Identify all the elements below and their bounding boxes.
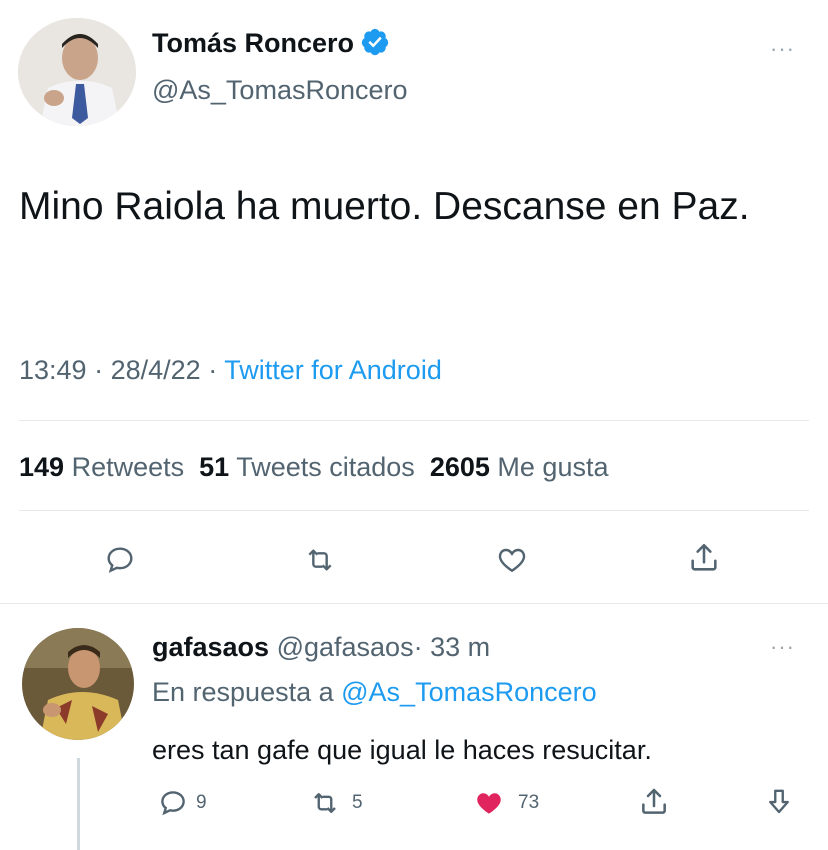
quotes-count: 51 <box>199 452 230 482</box>
reply-icon <box>161 791 185 816</box>
likes-stat[interactable]: 2605 Me gusta <box>430 452 609 482</box>
reply-like-button[interactable]: 73 <box>472 788 539 818</box>
like-button[interactable] <box>492 540 532 580</box>
divider <box>0 603 828 604</box>
quotes-stat[interactable]: 51 Tweets citados <box>199 452 415 482</box>
retweets-stat[interactable]: 149 Retweets <box>19 452 184 482</box>
tweet-text: Mino Raiola ha muerto. Descanse en Paz. <box>19 185 750 228</box>
reply-button[interactable] <box>100 540 140 580</box>
like-count: 73 <box>518 792 540 813</box>
retweet-icon <box>308 549 332 571</box>
divider <box>19 510 809 511</box>
tweet-meta: 13:49 · 28/4/22 · Twitter for Android <box>19 355 442 386</box>
share-icon <box>642 788 666 814</box>
reply-time[interactable]: 33 m <box>430 632 490 662</box>
tweet-time[interactable]: 13:49 <box>19 355 87 385</box>
meta-separator: · <box>413 632 423 662</box>
retweets-label: Retweets <box>71 452 185 482</box>
more-options-icon[interactable]: ··· <box>770 36 795 62</box>
tweet-source-link[interactable]: Twitter for Android <box>224 355 442 385</box>
reply-text: eres tan gafe que igual le haces resucit… <box>152 735 652 765</box>
reply-author-avatar[interactable] <box>22 628 134 740</box>
author-name[interactable]: Tomás Roncero <box>152 28 354 58</box>
retweet-icon <box>314 793 336 813</box>
tweet-stats: 149 Retweets 51 Tweets citados 2605 Me g… <box>19 452 608 483</box>
author-handle[interactable]: @As_TomasRoncero <box>152 75 408 106</box>
retweet-count: 5 <box>352 792 363 813</box>
divider <box>19 420 809 421</box>
reply-download-button[interactable] <box>764 786 794 823</box>
reply-count: 9 <box>196 792 207 813</box>
tweet-date[interactable]: 28/4/22 <box>111 355 201 385</box>
reply-share-button[interactable] <box>638 786 670 823</box>
reply-header: gafasaos @gafasaos· 33 m <box>152 632 490 663</box>
thread-line <box>77 758 80 850</box>
meta-separator: · <box>208 355 218 385</box>
reply-icon <box>107 547 133 573</box>
in-reply-to-label: En respuesta a <box>152 677 334 707</box>
in-reply-to-mention[interactable]: @As_TomasRoncero <box>341 677 597 707</box>
retweet-button[interactable] <box>300 540 340 580</box>
reply-author-handle[interactable]: @gafasaos <box>277 632 414 662</box>
verified-badge-icon <box>360 27 390 57</box>
meta-separator: · <box>94 355 104 385</box>
liked-heart-icon <box>477 793 501 814</box>
likes-label: Me gusta <box>497 452 609 482</box>
quotes-label: Tweets citados <box>236 452 415 482</box>
retweets-count: 149 <box>19 452 65 482</box>
reply-more-options-icon[interactable]: ··· <box>770 634 795 660</box>
author-name-row: Tomás Roncero <box>152 27 390 59</box>
download-icon <box>769 789 789 814</box>
reply-retweet-button[interactable]: 5 <box>308 788 363 818</box>
like-icon <box>498 548 526 573</box>
author-avatar[interactable] <box>18 18 136 126</box>
likes-count: 2605 <box>429 452 490 482</box>
in-reply-to: En respuesta a @As_TomasRoncero <box>152 677 597 708</box>
reply-reply-button[interactable]: 9 <box>158 788 207 818</box>
share-icon <box>691 543 717 571</box>
reply-author-name[interactable]: gafasaos <box>152 632 269 662</box>
share-button[interactable] <box>684 538 724 578</box>
